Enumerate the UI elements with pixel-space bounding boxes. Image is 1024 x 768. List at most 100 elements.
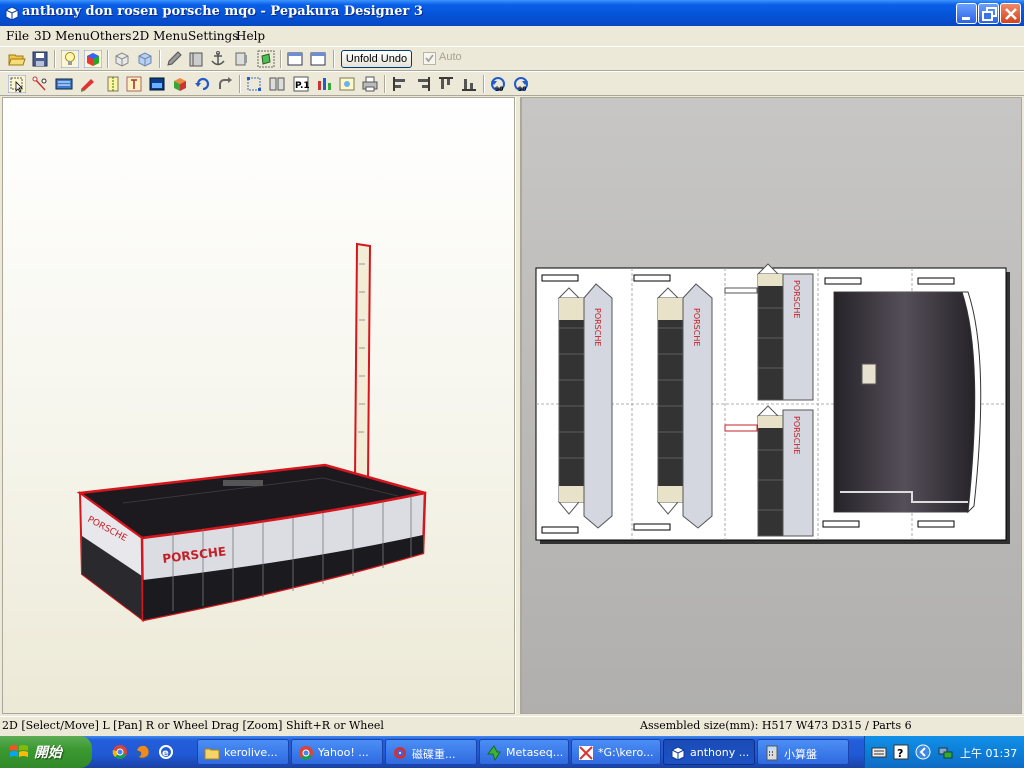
page-number-icon[interactable]: P.1	[292, 75, 310, 93]
metasequoia-icon	[487, 745, 501, 761]
part-3-logo: PORSCHE	[792, 280, 801, 318]
align-right-icon[interactable]	[414, 75, 432, 93]
task-metasequoia[interactable]: Metaseq...	[479, 739, 569, 765]
part-4-logo: PORSCHE	[792, 416, 801, 454]
image-icon[interactable]	[148, 75, 166, 93]
pepakura-app-icon[interactable]	[4, 5, 20, 21]
pepakura-window: anthony don rosen porsche mqo - Pepakura…	[0, 0, 1024, 736]
2d-pattern-canvas[interactable]: PORSCHE PORSCHE PORSCHE PORSCHE	[522, 98, 1021, 713]
chart-layout-icon[interactable]	[315, 75, 333, 93]
anchor-icon[interactable]	[209, 50, 227, 68]
menu-bar: File 3D Menu Others 2D Menu Settings Hel…	[0, 26, 1024, 46]
restore-icon	[982, 7, 997, 21]
menu-3d[interactable]: 3D Menu	[34, 29, 90, 43]
minimize-button[interactable]	[956, 3, 977, 24]
menu-others[interactable]: Others	[90, 29, 131, 43]
part-roof-panel[interactable]	[833, 291, 982, 514]
ie-icon[interactable]: e	[158, 744, 174, 760]
title-bar[interactable]: anthony don rosen porsche mqo - Pepakura…	[0, 0, 1024, 26]
menu-2d[interactable]: 2D Menu	[132, 29, 188, 43]
arrange-parts-icon[interactable]	[268, 75, 286, 93]
start-button[interactable]: 開始	[0, 736, 92, 768]
rotate-right-label: 90	[518, 86, 526, 93]
task-calculator[interactable]: 小算盤	[757, 739, 849, 765]
align-bottom-icon[interactable]	[460, 75, 478, 93]
menu-settings[interactable]: Settings	[188, 29, 238, 43]
status-bar: 2D [Select/Move] L [Pan] R or Wheel Drag…	[0, 716, 1024, 736]
part-strip-2[interactable]: PORSCHE	[656, 283, 713, 529]
windows-flag-icon	[10, 745, 28, 757]
network-icon[interactable]	[937, 744, 953, 760]
rotate-part-icon[interactable]	[194, 75, 212, 93]
toolbar-separator	[159, 50, 161, 68]
help-icon[interactable]: ?	[893, 744, 909, 760]
save-icon[interactable]	[31, 50, 49, 68]
svg-text:e: e	[162, 748, 169, 759]
task-pepakura[interactable]: anthony ...	[663, 739, 755, 765]
task-label: Metaseq...	[506, 746, 564, 759]
rotate-right-90-icon[interactable]: 90	[512, 75, 530, 93]
2d-view-panel[interactable]: PORSCHE PORSCHE PORSCHE PORSCHE	[521, 97, 1022, 714]
lightbulb-icon[interactable]	[61, 50, 79, 68]
cube-face-icon[interactable]	[136, 50, 154, 68]
bounding-box-icon[interactable]	[245, 75, 263, 93]
toolbar-separator	[333, 50, 335, 68]
picture-icon[interactable]	[338, 75, 356, 93]
tray-expand-icon[interactable]	[915, 744, 931, 760]
close-button[interactable]	[1000, 3, 1021, 24]
open-folder-icon[interactable]	[8, 50, 26, 68]
model-pole[interactable]	[353, 242, 372, 481]
menu-help[interactable]: Help	[236, 29, 265, 43]
part-icon[interactable]	[232, 50, 250, 68]
cube-edge-icon[interactable]	[113, 50, 131, 68]
task-defrag[interactable]: 磁碟重...	[385, 739, 477, 765]
split-view-icon[interactable]	[309, 50, 327, 68]
task-kerolive[interactable]: kerolive...	[197, 739, 289, 765]
toolbar-separator	[483, 75, 485, 93]
taskbar-clock[interactable]: 上午 01:37	[960, 745, 1017, 761]
3d-model-canvas[interactable]: PORSCHE PORSCHE	[3, 98, 514, 713]
part-strip-1[interactable]: PORSCHE	[557, 283, 613, 529]
print-area-icon[interactable]	[55, 75, 73, 93]
start-label: 開始	[34, 745, 62, 761]
printer-icon[interactable]	[361, 75, 379, 93]
paint-brush-icon[interactable]	[79, 75, 97, 93]
edit-vertex-icon[interactable]	[31, 75, 49, 93]
task-label: *G:\kero...	[598, 746, 654, 759]
single-view-icon[interactable]	[286, 50, 304, 68]
rotate-left-90-icon[interactable]: 90	[489, 75, 507, 93]
toolbar-separator	[280, 50, 282, 68]
book-icon[interactable]	[187, 50, 205, 68]
auto-checkbox[interactable]	[423, 52, 436, 65]
join-parts-icon[interactable]	[171, 75, 189, 93]
restore-button[interactable]	[978, 3, 999, 24]
flap-icon[interactable]	[257, 50, 275, 68]
redo-arrow-icon[interactable]	[216, 75, 234, 93]
chrome-icon	[299, 746, 313, 760]
task-paint[interactable]: *G:\kero...	[571, 739, 661, 765]
menu-file[interactable]: File	[6, 29, 29, 43]
align-top-icon[interactable]	[437, 75, 455, 93]
roof-vent-part	[861, 363, 877, 385]
paint-icon	[579, 746, 593, 760]
part-2-logo: PORSCHE	[692, 308, 701, 346]
pencil-icon[interactable]	[165, 50, 183, 68]
keyboard-icon[interactable]	[871, 744, 887, 760]
toolbar-2d: P.1 90 90	[0, 71, 1024, 96]
toolbar-separator	[54, 50, 56, 68]
firefox-icon[interactable]	[135, 744, 151, 760]
3d-view-panel[interactable]: PORSCHE PORSCHE	[2, 97, 515, 714]
unfold-undo-button[interactable]: Unfold Undo	[341, 50, 412, 68]
roof-vent	[223, 480, 263, 486]
align-left-icon[interactable]	[391, 75, 409, 93]
text-icon[interactable]	[125, 75, 143, 93]
texture-cube-icon[interactable]	[84, 50, 102, 68]
fold-lines-icon[interactable]	[104, 75, 122, 93]
task-yahoo[interactable]: Yahoo! ...	[291, 739, 383, 765]
task-label: Yahoo! ...	[318, 746, 369, 759]
toolbar-main: Unfold Undo Auto	[0, 46, 1024, 71]
chrome-icon[interactable]	[112, 744, 128, 760]
select-arrow-icon[interactable]	[8, 75, 26, 93]
status-mode-text: 2D [Select/Move] L [Pan] R or Wheel Drag…	[2, 719, 384, 732]
minimize-icon	[962, 17, 970, 20]
